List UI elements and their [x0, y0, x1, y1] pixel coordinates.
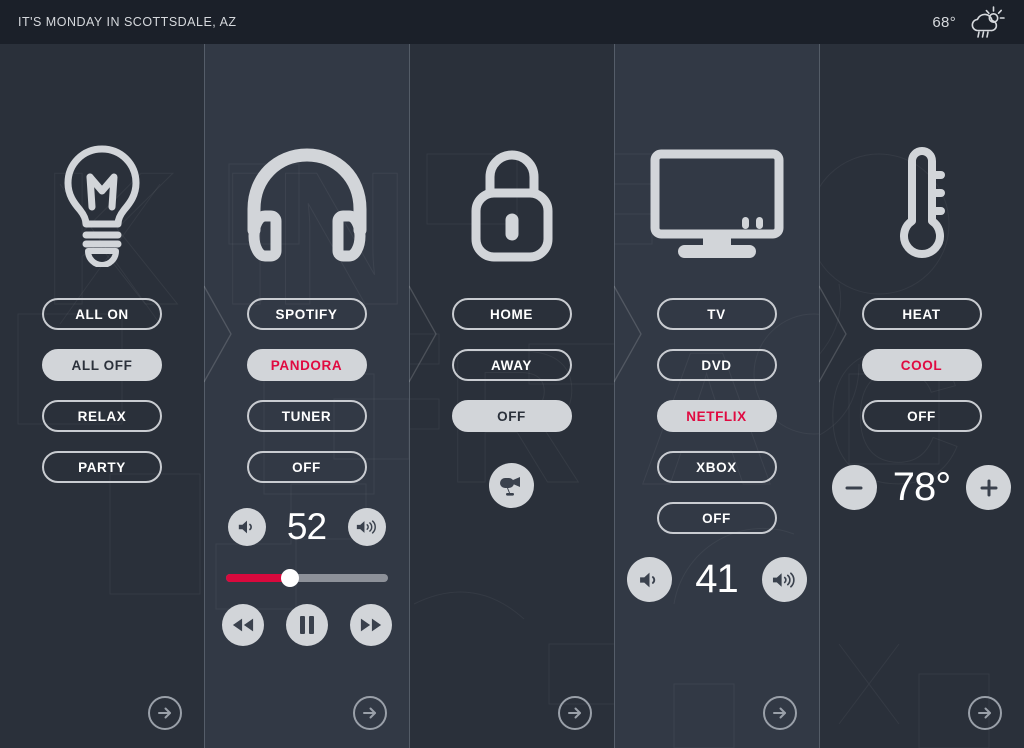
audio-source-spotify[interactable]: SPOTIFY — [246, 298, 367, 330]
media-volume-controls: 41 — [626, 557, 807, 602]
security-mode-off[interactable]: OFF — [451, 400, 572, 432]
temperature-increase-button[interactable] — [966, 465, 1012, 510]
outdoor-temperature: 68° — [932, 13, 956, 31]
volume-down-button[interactable] — [626, 557, 672, 602]
volume-down-icon — [238, 520, 252, 534]
panel-media: A — [614, 44, 819, 748]
television-icon — [650, 140, 784, 270]
media-details-button[interactable] — [763, 696, 797, 730]
arrow-right-icon — [568, 707, 581, 719]
media-source-off[interactable]: OFF — [656, 502, 777, 534]
volume-down-button[interactable] — [227, 508, 266, 546]
lightbulb-icon — [62, 140, 142, 270]
rewind-button[interactable] — [221, 604, 264, 646]
audio-source-pandora[interactable]: PANDORA — [246, 349, 367, 381]
smart-home-dashboard: IT'S MONDAY IN SCOTTSDALE, AZ 68° K ALL … — [0, 0, 1024, 748]
panel-divider — [614, 44, 615, 748]
security-mode-home[interactable]: HOME — [451, 298, 572, 330]
audio-source-buttons: SPOTIFY PANDORA TUNER OFF — [246, 298, 367, 502]
fast-forward-icon — [360, 618, 381, 632]
media-source-tv[interactable]: TV — [656, 298, 777, 330]
audio-source-tuner[interactable]: TUNER — [246, 400, 367, 432]
lighting-details-button[interactable] — [148, 696, 182, 730]
media-source-dvd[interactable]: DVD — [656, 349, 777, 381]
arrow-right-icon — [158, 707, 171, 719]
panel-security: R — [409, 44, 614, 748]
volume-down-icon — [639, 572, 655, 587]
thermostat-controls: 78° — [831, 465, 1012, 510]
volume-up-icon — [356, 520, 376, 534]
panel-lighting: K ALL ON ALL OFF RELAX PARTY — [0, 44, 204, 748]
climate-details-button[interactable] — [968, 696, 1002, 730]
weather-widget: 68° — [932, 5, 1006, 39]
security-mode-buttons: HOME AWAY OFF — [451, 298, 572, 451]
pause-button[interactable] — [285, 604, 328, 646]
fast-forward-button[interactable] — [349, 604, 392, 646]
panel-divider — [204, 44, 205, 748]
thermometer-icon — [891, 140, 953, 270]
panel-divider — [409, 44, 410, 748]
volume-up-icon — [772, 571, 795, 588]
cctv-camera-icon — [499, 476, 520, 496]
audio-volume-slider[interactable] — [225, 569, 388, 587]
scene-button-all-off[interactable]: ALL OFF — [42, 349, 162, 381]
security-mode-away[interactable]: AWAY — [451, 349, 572, 381]
temperature-decrease-button[interactable] — [831, 465, 877, 510]
audio-source-off[interactable]: OFF — [246, 451, 367, 483]
arrow-right-icon — [363, 707, 376, 719]
scene-button-relax[interactable]: RELAX — [42, 400, 162, 432]
headphones-icon — [241, 140, 373, 270]
rewind-icon — [232, 618, 253, 632]
media-volume-value: 41 — [695, 557, 739, 601]
lighting-scene-buttons: ALL ON ALL OFF RELAX PARTY — [42, 298, 162, 502]
security-details-button[interactable] — [558, 696, 592, 730]
media-source-buttons: TV DVD NETFLIX XBOX OFF — [656, 298, 777, 553]
arrow-right-icon — [978, 707, 991, 719]
plus-icon — [980, 479, 998, 496]
panel-audio: IN SPOTIFY PANDORA TUNER OFF 52 — [204, 44, 409, 748]
slider-knob[interactable] — [281, 569, 300, 587]
camera-view-button[interactable] — [489, 463, 534, 508]
panel-divider — [819, 44, 820, 748]
climate-mode-heat[interactable]: HEAT — [861, 298, 982, 330]
audio-volume-value: 52 — [286, 506, 327, 547]
thermostat-setpoint: 78° — [892, 465, 951, 509]
status-bar: IT'S MONDAY IN SCOTTSDALE, AZ 68° — [0, 0, 1024, 44]
scene-button-party[interactable]: PARTY — [42, 451, 162, 483]
arrow-right-icon — [773, 707, 786, 719]
greeting-text: IT'S MONDAY IN SCOTTSDALE, AZ — [18, 15, 237, 29]
minus-icon — [845, 486, 863, 489]
panel-climate: C HEAT COOL OFF 78° — [819, 44, 1024, 748]
media-source-xbox[interactable]: XBOX — [656, 451, 777, 483]
volume-up-button[interactable] — [347, 508, 386, 546]
scene-button-all-on[interactable]: ALL ON — [42, 298, 162, 330]
panel-row: K ALL ON ALL OFF RELAX PARTY IN SPOTIFY … — [0, 44, 1024, 748]
partly-cloudy-rain-icon — [966, 5, 1006, 39]
audio-volume-controls: 52 — [227, 506, 386, 548]
media-source-netflix[interactable]: NETFLIX — [656, 400, 777, 432]
pause-icon — [299, 616, 314, 634]
climate-mode-cool[interactable]: COOL — [861, 349, 982, 381]
climate-mode-buttons: HEAT COOL OFF — [861, 298, 982, 451]
climate-mode-off[interactable]: OFF — [861, 400, 982, 432]
audio-details-button[interactable] — [353, 696, 387, 730]
volume-up-button[interactable] — [761, 557, 807, 602]
padlock-icon — [469, 140, 555, 270]
audio-transport-controls — [221, 604, 392, 646]
